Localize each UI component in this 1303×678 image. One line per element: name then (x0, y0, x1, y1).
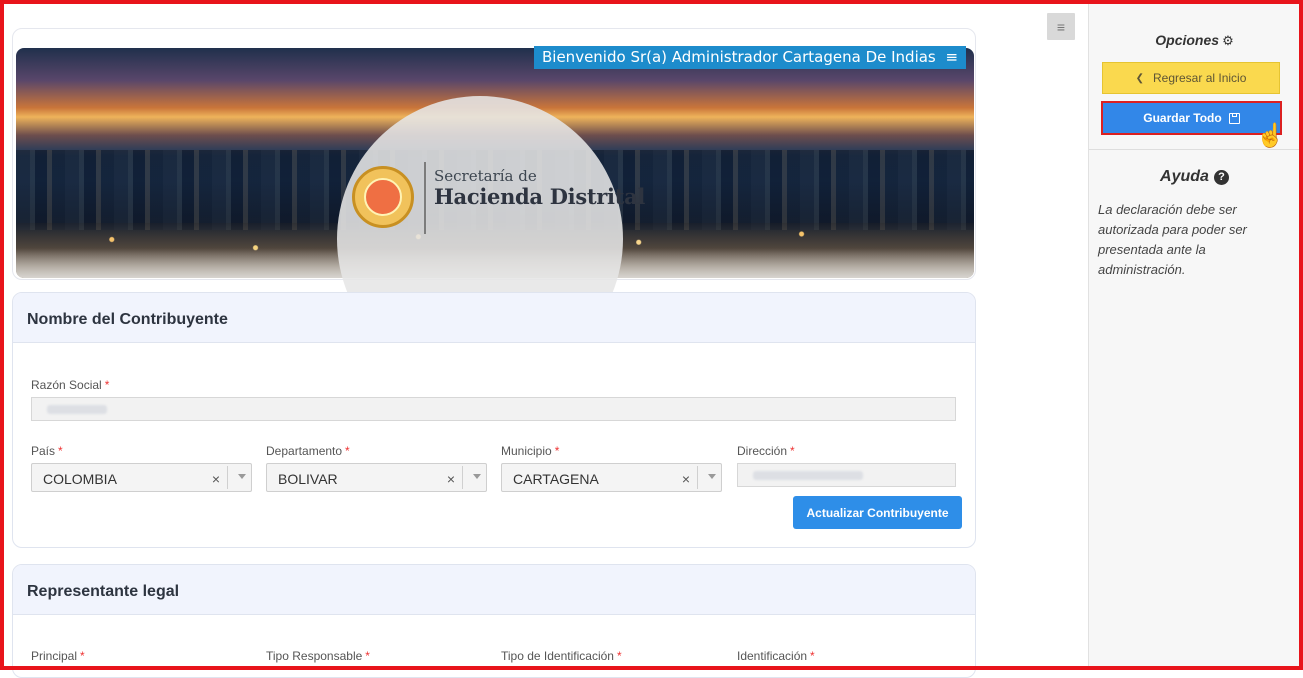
tipo-responsable-label: Tipo Responsable * (266, 649, 370, 663)
principal-label: Principal * (31, 649, 85, 663)
chevron-left-icon: ❮ (1135, 72, 1144, 84)
help-title: Ayuda? (1089, 168, 1300, 186)
municipio-chevron-down-icon[interactable] (708, 474, 716, 479)
departamento-label: Departamento * (266, 444, 350, 458)
direccion-input[interactable] (737, 463, 956, 487)
departamento-clear-icon[interactable]: × (447, 471, 455, 487)
municipio-clear-icon[interactable]: × (682, 471, 690, 487)
tipo-identificacion-label: Tipo de Identificación * (501, 649, 622, 663)
representante-section: Representante legal Principal * Tipo Resp… (12, 564, 976, 678)
floppy-disk-icon (1228, 112, 1240, 124)
contribuyente-section-title: Nombre del Contribuyente (13, 293, 975, 343)
options-sidebar: Opciones ⚙ ❮ Regresar al Inicio Guardar T… (1088, 4, 1300, 666)
options-title: Opciones ⚙ (1155, 32, 1234, 48)
save-all-button[interactable]: Guardar Todo (1101, 101, 1282, 135)
help-icon: ? (1213, 170, 1229, 185)
departamento-chevron-down-icon[interactable] (473, 474, 481, 479)
sidebar-toggle-icon[interactable]: ≡ (1047, 13, 1075, 40)
razon-social-input[interactable] (31, 397, 956, 421)
contribuyente-section: Nombre del Contribuyente Razón Social * P… (12, 292, 976, 548)
municipio-select[interactable]: CARTAGENA × (501, 463, 722, 492)
pais-label: País * (31, 444, 63, 458)
pais-chevron-down-icon[interactable] (238, 474, 246, 479)
pais-value: COLOMBIA (43, 471, 117, 487)
logo-subtitle: Secretaría de (434, 167, 537, 185)
back-home-label: Regresar al Inicio (1153, 71, 1247, 85)
logo-title: Hacienda Distrital (434, 184, 646, 209)
logo-divider (424, 162, 426, 234)
hamburger-icon[interactable]: ≡ (946, 48, 959, 66)
sidebar-divider (1089, 149, 1300, 150)
pointer-cursor-icon: ☝ (1256, 122, 1285, 148)
back-home-button[interactable]: ❮ Regresar al Inicio (1102, 62, 1280, 94)
municipio-label: Municipio * (501, 444, 560, 458)
help-text: La declaración debe ser autorizada para … (1098, 202, 1247, 277)
municipio-value: CARTAGENA (513, 471, 599, 487)
main-content: Secretaría de Hacienda Distrital Bienven… (4, 4, 1088, 678)
direccion-label: Dirección * (737, 444, 795, 458)
save-all-label: Guardar Todo (1143, 111, 1222, 125)
welcome-user-menu[interactable]: Bienvenido Sr(a) Administrador Cartagena… (534, 46, 967, 69)
pais-select[interactable]: COLOMBIA × (31, 463, 252, 492)
gear-icon: ⚙ (1222, 33, 1234, 48)
representante-section-title: Representante legal (13, 565, 975, 615)
departamento-value: BOLIVAR (278, 471, 338, 487)
identificacion-label: Identificación * (737, 649, 815, 663)
razon-social-label: Razón Social * (31, 378, 110, 392)
departamento-select[interactable]: BOLIVAR × (266, 463, 487, 492)
pais-clear-icon[interactable]: × (212, 471, 220, 487)
welcome-text: Bienvenido Sr(a) Administrador Cartagena… (542, 48, 936, 66)
update-contribuyente-button[interactable]: Actualizar Contribuyente (793, 496, 962, 529)
cartagena-seal-icon (352, 166, 414, 228)
